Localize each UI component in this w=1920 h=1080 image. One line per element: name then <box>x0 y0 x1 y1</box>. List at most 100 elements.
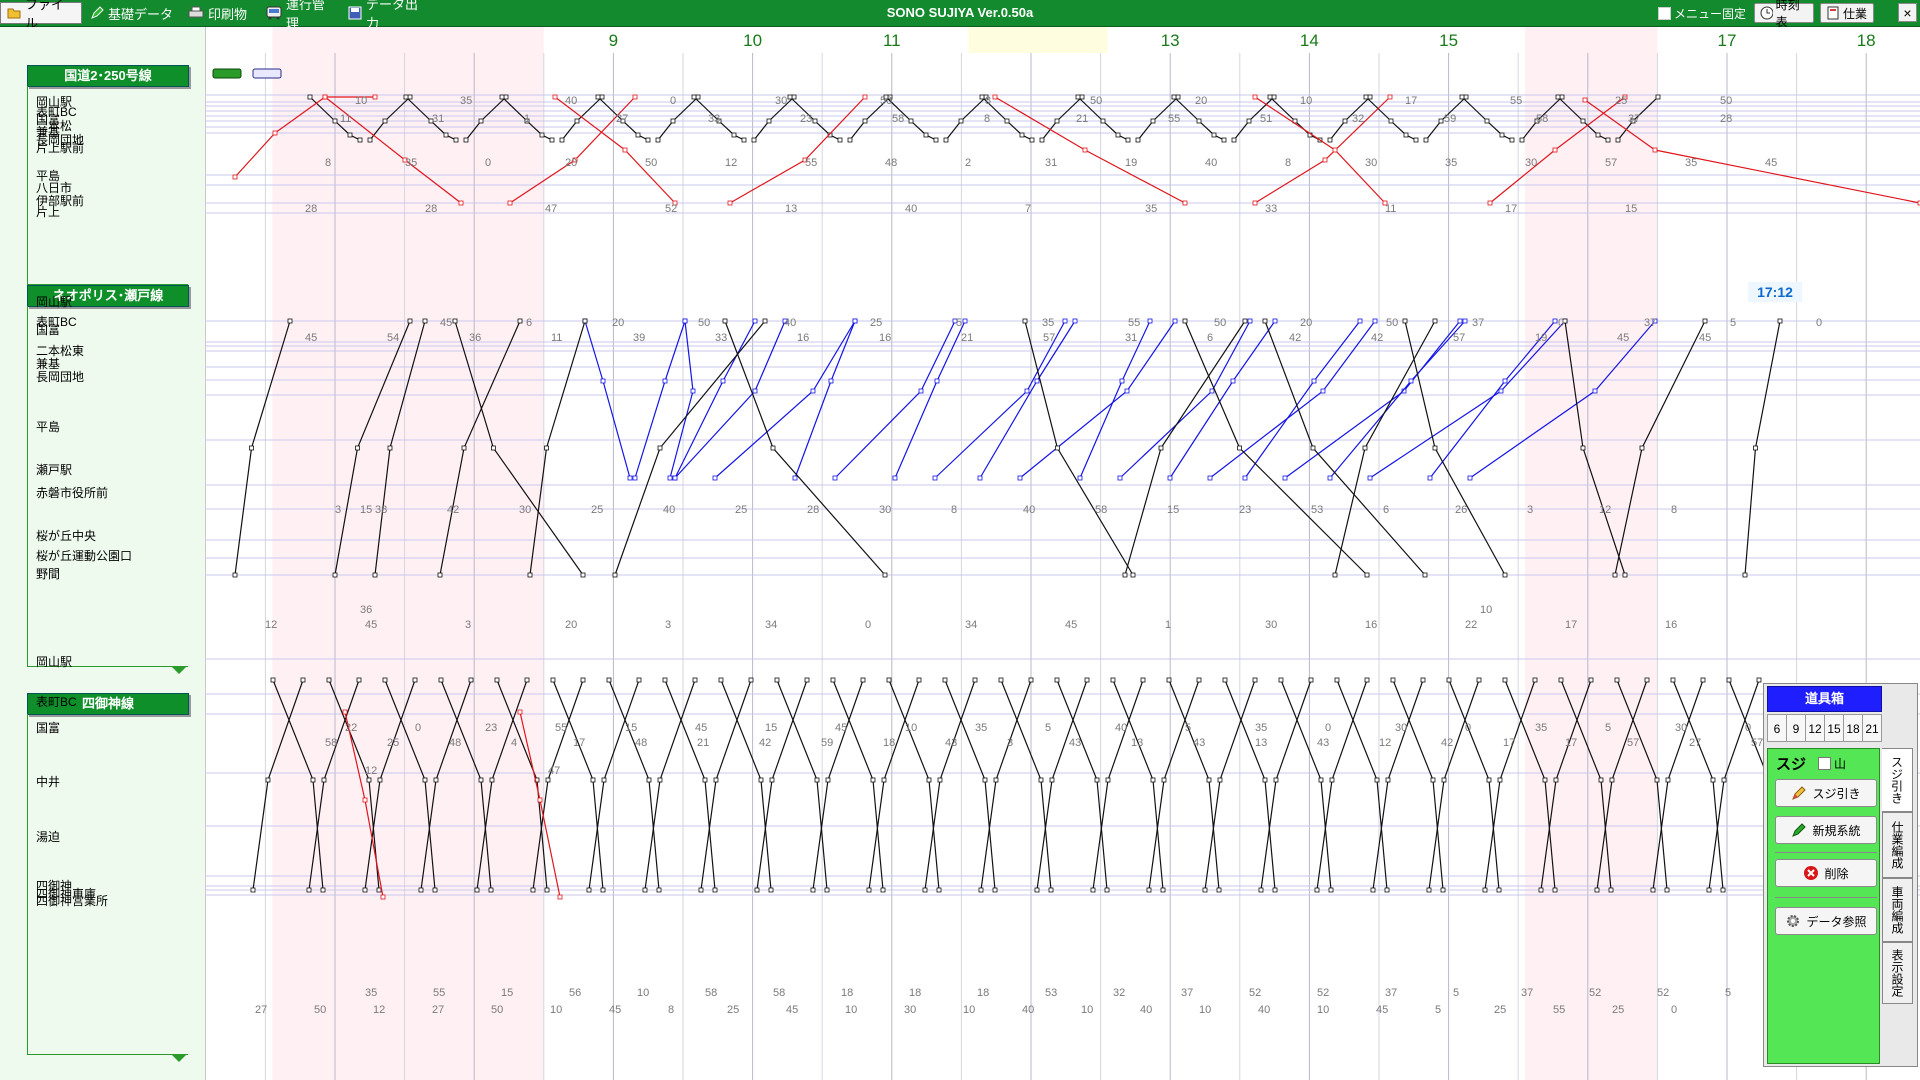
train-stop-marker[interactable] <box>1329 777 1335 783</box>
train-line[interactable] <box>812 679 864 891</box>
train-stop-marker[interactable] <box>754 887 760 893</box>
train-stop-marker[interactable] <box>490 445 496 451</box>
train-stop-marker[interactable] <box>1367 94 1373 100</box>
train-stop-marker[interactable] <box>407 94 413 100</box>
train-stop-marker[interactable] <box>1182 200 1188 206</box>
train-stop-marker[interactable] <box>1363 94 1369 100</box>
train-stop-marker[interactable] <box>916 677 922 683</box>
train-stop-marker[interactable] <box>1216 887 1222 893</box>
train-stop-marker[interactable] <box>1374 777 1380 783</box>
train-stop-marker[interactable] <box>1237 445 1242 451</box>
train-stop-marker[interactable] <box>933 137 939 143</box>
train-line-red[interactable] <box>729 96 866 204</box>
train-stop-marker[interactable] <box>1231 137 1237 143</box>
hour-jump-12[interactable]: 12 <box>1805 714 1825 742</box>
train-stop-marker[interactable] <box>672 475 678 481</box>
train-line[interactable] <box>1672 679 1724 891</box>
train-line-red[interactable] <box>994 96 1186 204</box>
train-stop-marker[interactable] <box>993 777 999 783</box>
train-stop-marker[interactable] <box>380 894 386 900</box>
train-stop-marker[interactable] <box>636 677 642 683</box>
train-stop-marker[interactable] <box>1665 777 1671 783</box>
train-stop-marker[interactable] <box>1272 318 1278 324</box>
train-stop-marker[interactable] <box>342 709 348 715</box>
train-stop-marker[interactable] <box>691 94 697 100</box>
train-stop-marker[interactable] <box>1553 777 1559 783</box>
train-stop-marker[interactable] <box>1273 777 1279 783</box>
train-stop-marker[interactable] <box>1580 445 1586 451</box>
train-stop-marker[interactable] <box>1150 777 1156 783</box>
train-stop-marker[interactable] <box>527 572 533 578</box>
train-stop-marker[interactable] <box>1422 572 1428 578</box>
train-stop-marker[interactable] <box>1055 445 1060 451</box>
train-stop-marker[interactable] <box>837 137 843 143</box>
train-stop-marker[interactable] <box>499 94 505 100</box>
menu-file[interactable]: ファイル <box>0 0 82 31</box>
train-stop-marker[interactable] <box>1158 445 1164 451</box>
train-stop-marker[interactable] <box>646 777 652 783</box>
train-stop-marker[interactable] <box>517 709 523 715</box>
train-stop-marker[interactable] <box>1664 887 1670 893</box>
train-stop-marker[interactable] <box>250 887 256 893</box>
train-stop-marker[interactable] <box>936 887 942 893</box>
train-stop-marker[interactable] <box>372 94 378 100</box>
train-stop-marker[interactable] <box>943 137 949 143</box>
train-stop-marker[interactable] <box>557 894 563 900</box>
train-line[interactable] <box>1168 679 1220 891</box>
train-stop-marker[interactable] <box>1710 777 1716 783</box>
train-stop-marker[interactable] <box>1182 318 1188 324</box>
train-stop-marker[interactable] <box>306 887 312 893</box>
train-stop-marker[interactable] <box>272 130 278 136</box>
train-stop-marker[interactable] <box>1017 475 1023 481</box>
train-stop-marker[interactable] <box>1320 388 1326 394</box>
train-stop-marker[interactable] <box>418 887 424 893</box>
train-stop-marker[interactable] <box>752 318 758 324</box>
train-stop-marker[interactable] <box>1482 887 1488 893</box>
train-line-blue[interactable] <box>669 320 694 479</box>
train-stop-marker[interactable] <box>1420 677 1426 683</box>
train-line[interactable] <box>1184 320 1368 576</box>
train-stop-marker[interactable] <box>1247 318 1253 324</box>
train-stop-marker[interactable] <box>432 887 438 893</box>
train-line[interactable] <box>1334 320 1436 576</box>
train-stop-marker[interactable] <box>1252 677 1258 683</box>
train-stop-marker[interactable] <box>692 677 698 683</box>
train-stop-marker[interactable] <box>828 378 834 384</box>
train-stop-marker[interactable] <box>1588 677 1594 683</box>
train-stop-marker[interactable] <box>1438 118 1444 124</box>
train-stop-marker[interactable] <box>1644 677 1650 683</box>
train-stop-marker[interactable] <box>758 777 764 783</box>
train-stop-marker[interactable] <box>1327 137 1333 143</box>
train-line[interactable] <box>657 96 699 141</box>
train-stop-marker[interactable] <box>1655 94 1661 100</box>
train-stop-marker[interactable] <box>517 318 523 324</box>
train-stop-marker[interactable] <box>712 887 718 893</box>
train-stop-marker[interactable] <box>1332 147 1338 153</box>
train-stop-marker[interactable] <box>702 777 708 783</box>
train-stop-marker[interactable] <box>438 677 444 683</box>
train-stop-marker[interactable] <box>488 887 494 893</box>
train-stop-marker[interactable] <box>682 318 688 324</box>
train-line[interactable] <box>1112 679 1164 891</box>
train-stop-marker[interactable] <box>695 94 701 100</box>
train-stop-marker[interactable] <box>748 677 754 683</box>
train-stop-marker[interactable] <box>332 118 338 124</box>
train-stop-marker[interactable] <box>1502 572 1508 578</box>
train-stop-marker[interactable] <box>580 572 586 578</box>
train-stop-marker[interactable] <box>590 777 596 783</box>
train-line[interactable] <box>1280 679 1332 891</box>
train-line[interactable] <box>720 679 772 891</box>
train-stop-marker[interactable] <box>972 677 978 683</box>
train-stop-marker[interactable] <box>1230 378 1236 384</box>
train-stop-marker[interactable] <box>1364 677 1370 683</box>
train-stop-marker[interactable] <box>720 378 726 384</box>
train-stop-marker[interactable] <box>1327 475 1333 481</box>
train-line-blue[interactable] <box>674 320 786 479</box>
train-stop-marker[interactable] <box>812 118 818 124</box>
train-stop-marker[interactable] <box>1278 677 1284 683</box>
train-stop-marker[interactable] <box>1595 132 1601 138</box>
train-stop-marker[interactable] <box>362 887 368 893</box>
train-stop-marker[interactable] <box>559 137 565 143</box>
train-stop-marker[interactable] <box>1209 388 1215 394</box>
train-stop-marker[interactable] <box>1167 475 1173 481</box>
